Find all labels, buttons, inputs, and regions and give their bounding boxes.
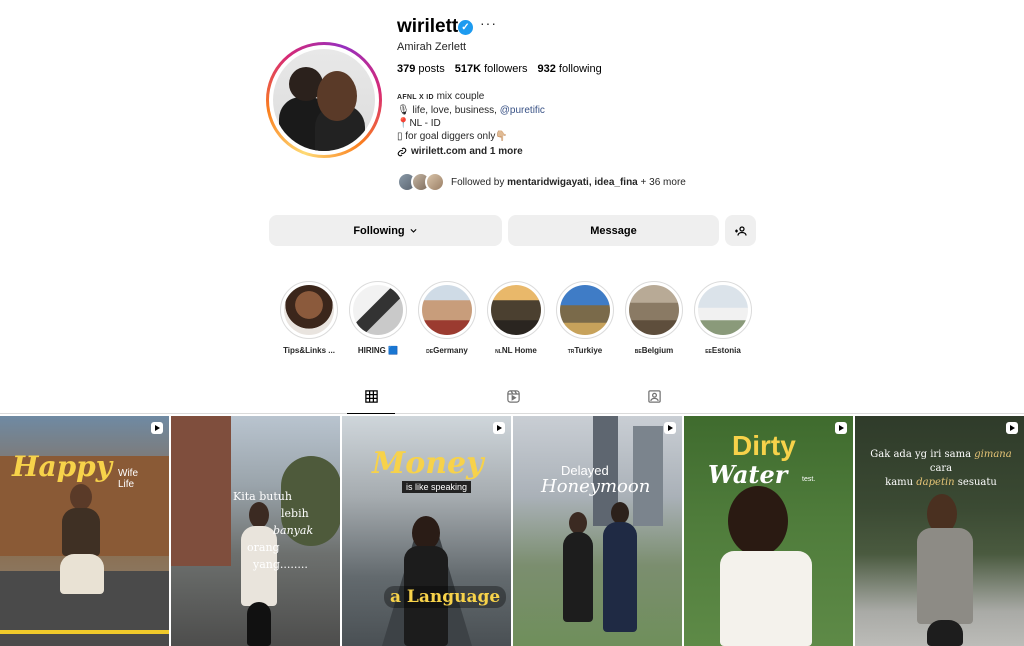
post-caption: Kita butuh lebih banyak orang yang......… bbox=[233, 490, 314, 571]
post-caption: Wife Life bbox=[118, 468, 138, 490]
highlight-label: TRTurkiye bbox=[567, 346, 603, 355]
person-figure bbox=[70, 484, 92, 510]
post-tile[interactable]: Kita butuh lebih banyak orang yang......… bbox=[171, 416, 340, 646]
post-caption: a Language bbox=[384, 586, 507, 608]
highlight-turkiye[interactable]: TRTurkiye bbox=[556, 281, 614, 355]
highlight-label: Tips&Links ... bbox=[283, 346, 335, 355]
reels-icon bbox=[506, 390, 520, 403]
following-stat[interactable]: 932 following bbox=[537, 63, 601, 75]
add-user-button[interactable] bbox=[725, 215, 756, 246]
reel-indicator-icon bbox=[493, 422, 505, 434]
post-tile[interactable]: Gak ada yg iri sama gimana cara kamu dap… bbox=[855, 416, 1024, 646]
tagged-icon bbox=[647, 390, 661, 403]
post-caption: Water bbox=[708, 460, 788, 489]
add-user-icon bbox=[734, 225, 747, 236]
more-options-icon[interactable]: ··· bbox=[480, 15, 497, 31]
bio-mention-link[interactable]: @puretific bbox=[500, 105, 545, 116]
highlight-estonia[interactable]: EEEstonia bbox=[694, 281, 752, 355]
highlight-germany[interactable]: DEGermany bbox=[418, 281, 476, 355]
highlight-tips-links[interactable]: Tips&Links ... bbox=[280, 281, 338, 355]
highlight-label: EEEstonia bbox=[705, 346, 741, 355]
post-tile[interactable]: Money is like speaking a Language bbox=[342, 416, 511, 646]
verified-badge-icon: ✓ bbox=[458, 20, 473, 35]
bio-line-1: AFNL X ID mix couple bbox=[397, 91, 485, 102]
profile-username: wirilett bbox=[397, 16, 459, 37]
highlight-belgium[interactable]: BEBelgium bbox=[625, 281, 683, 355]
highlight-cover bbox=[698, 285, 748, 335]
highlight-label: BEBelgium bbox=[634, 346, 674, 355]
post-caption: is like speaking bbox=[402, 481, 472, 493]
profile-stats: 379 posts 517K followers 932 following bbox=[397, 63, 602, 75]
highlight-cover bbox=[353, 285, 403, 335]
tab-posts[interactable] bbox=[347, 389, 395, 414]
message-button[interactable]: Message bbox=[508, 215, 719, 246]
bio-line-2: 🎙 life, love, business, @puretific bbox=[397, 105, 545, 116]
bio-line-3: 📍NL - ID bbox=[397, 118, 441, 129]
highlight-cover bbox=[491, 285, 541, 335]
profile-bio: AFNL X ID mix couple 🎙 life, love, busin… bbox=[397, 90, 545, 158]
posts-stat: 379 posts bbox=[397, 63, 445, 75]
reel-indicator-icon bbox=[835, 422, 847, 434]
highlight-hiring[interactable]: HIRING 🟦 bbox=[349, 281, 407, 355]
post-caption: test. bbox=[802, 476, 816, 483]
person-figure bbox=[569, 512, 587, 534]
story-highlights: Tips&Links ... HIRING 🟦 DEGermany NLNL H… bbox=[280, 281, 752, 355]
following-button[interactable]: Following bbox=[269, 215, 502, 246]
followed-by[interactable]: Followed by mentaridwigayati, idea_fina … bbox=[397, 172, 686, 192]
profile-avatar[interactable] bbox=[266, 42, 382, 158]
post-tile[interactable]: Delayed Honeymoon bbox=[513, 416, 682, 646]
post-caption: Dirty bbox=[732, 430, 796, 461]
person-figure bbox=[728, 486, 788, 556]
post-caption: Money bbox=[372, 446, 484, 481]
avatar-photo bbox=[273, 49, 375, 151]
tab-tagged[interactable] bbox=[630, 389, 678, 414]
highlight-cover bbox=[629, 285, 679, 335]
person-figure bbox=[611, 502, 629, 524]
highlight-label: NLNL Home bbox=[495, 346, 537, 355]
profile-full-name: Amirah Zerlett bbox=[397, 41, 467, 53]
highlight-label: HIRING 🟦 bbox=[357, 346, 399, 355]
post-caption: Honeymoon bbox=[541, 476, 651, 497]
bio-line-4: ▯ for goal diggers only👇🏼 bbox=[397, 131, 508, 142]
bio-url-link[interactable]: wirilett.com and 1 more bbox=[397, 145, 545, 158]
post-caption: Happy bbox=[12, 450, 113, 483]
tab-reels[interactable] bbox=[489, 389, 537, 414]
reel-indicator-icon bbox=[151, 422, 163, 434]
person-figure bbox=[412, 516, 440, 550]
post-caption: Gak ada yg iri sama gimana cara kamu dap… bbox=[870, 449, 1012, 488]
post-tile[interactable]: Dirty Water test. bbox=[684, 416, 853, 646]
posts-grid: Happy Wife Life Kita butuh lebih banyak o… bbox=[0, 416, 1024, 646]
post-tile[interactable]: Happy Wife Life bbox=[0, 416, 169, 646]
highlight-cover bbox=[560, 285, 610, 335]
link-icon bbox=[397, 147, 407, 156]
chevron-down-icon bbox=[410, 228, 417, 233]
reel-indicator-icon bbox=[1006, 422, 1018, 434]
followers-stat[interactable]: 517K followers bbox=[455, 63, 528, 75]
mutual-avatar bbox=[425, 172, 445, 192]
highlight-cover bbox=[422, 285, 472, 335]
highlight-nl-home[interactable]: NLNL Home bbox=[487, 281, 545, 355]
grid-icon bbox=[364, 390, 378, 403]
highlight-label: DEGermany bbox=[426, 346, 468, 355]
highlight-cover bbox=[284, 285, 334, 335]
reel-indicator-icon bbox=[664, 422, 676, 434]
